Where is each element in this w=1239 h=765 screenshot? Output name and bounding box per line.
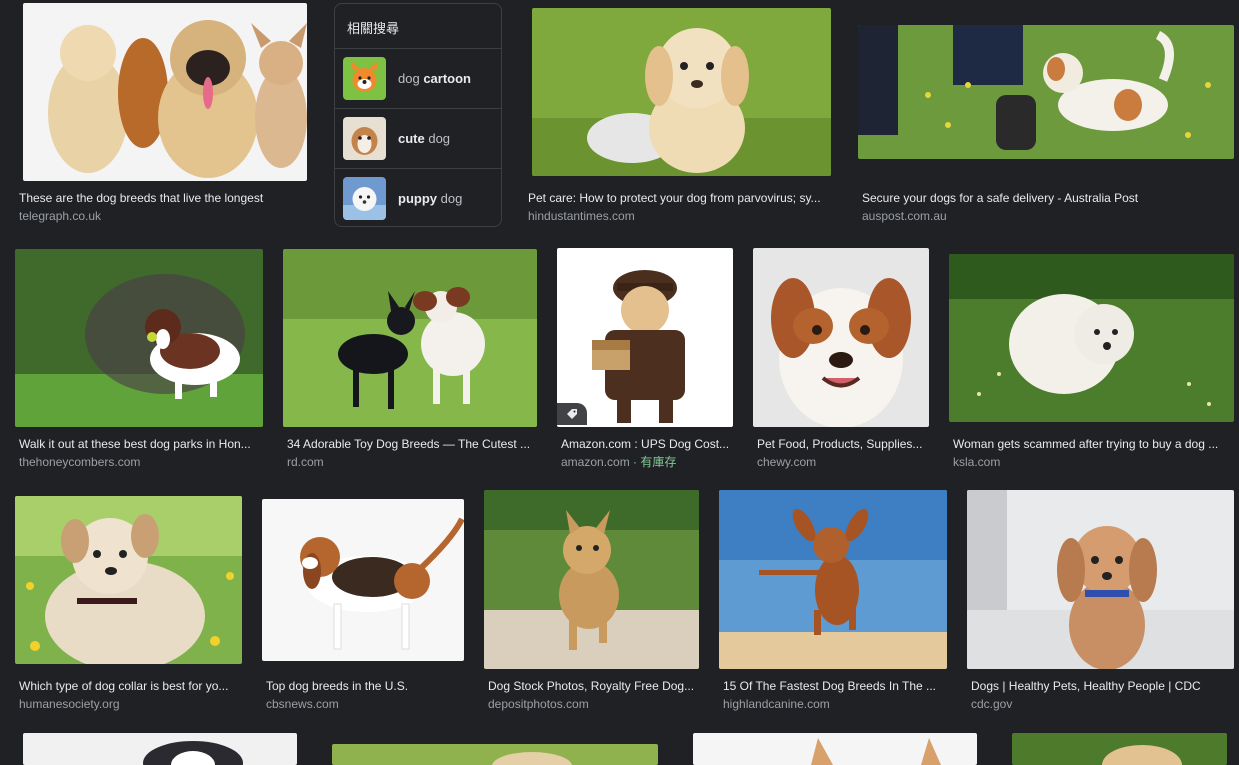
result-image-10[interactable] bbox=[262, 499, 464, 661]
result-image-3[interactable] bbox=[858, 25, 1234, 159]
result-source-4: thehoneycombers.com bbox=[19, 455, 141, 469]
result-image-17[interactable] bbox=[1012, 733, 1227, 765]
related-search-puppy-dog[interactable]: puppy dog bbox=[335, 168, 501, 228]
cute-dog-thumb-icon bbox=[343, 117, 386, 160]
related-searches-title: 相關搜尋 bbox=[347, 21, 400, 36]
result-image-5[interactable] bbox=[283, 249, 537, 427]
result-image-6[interactable] bbox=[557, 248, 733, 427]
result-caption-10[interactable]: Top dog breeds in the U.S. bbox=[266, 678, 466, 694]
result-image-1[interactable] bbox=[23, 3, 307, 181]
related-search-dog-cartoon[interactable]: dog cartoon bbox=[335, 48, 501, 108]
result-image-14[interactable] bbox=[23, 733, 297, 765]
result-source-9: humanesociety.org bbox=[19, 697, 120, 711]
result-caption-4[interactable]: Walk it out at these best dog parks in H… bbox=[19, 436, 264, 452]
related-search-cute-dog[interactable]: cute dog bbox=[335, 108, 501, 168]
result-source-3: auspost.com.au bbox=[862, 209, 947, 223]
result-source-1: telegraph.co.uk bbox=[19, 209, 102, 223]
related-searches-panel: 相關搜尋 dog cartoon cute dog puppy dog bbox=[334, 3, 502, 227]
result-source-8: ksla.com bbox=[953, 455, 1001, 469]
result-caption-2[interactable]: Pet care: How to protect your dog from p… bbox=[528, 190, 830, 206]
result-source-10: cbsnews.com bbox=[266, 697, 339, 711]
related-search-label: puppy dog bbox=[398, 191, 463, 206]
result-image-4[interactable] bbox=[15, 249, 263, 427]
result-source-11: depositphotos.com bbox=[488, 697, 589, 711]
result-image-16[interactable] bbox=[693, 733, 977, 765]
result-caption-1[interactable]: These are the dog breeds that live the l… bbox=[19, 190, 319, 206]
in-stock-label: · 有庫存 bbox=[633, 455, 677, 469]
result-image-7[interactable] bbox=[753, 248, 929, 427]
result-image-11[interactable] bbox=[484, 490, 699, 669]
result-caption-3[interactable]: Secure your dogs for a safe delivery - A… bbox=[862, 190, 1232, 206]
result-image-13[interactable] bbox=[967, 490, 1234, 669]
result-caption-6[interactable]: Amazon.com : UPS Dog Cost... bbox=[561, 436, 736, 452]
result-caption-7[interactable]: Pet Food, Products, Supplies... bbox=[757, 436, 932, 452]
result-caption-9[interactable]: Which type of dog collar is best for yo.… bbox=[19, 678, 242, 694]
related-search-label: cute dog bbox=[398, 131, 451, 146]
dog-cartoon-thumb-icon bbox=[343, 57, 386, 100]
result-source-7: chewy.com bbox=[757, 455, 817, 469]
result-source-12: highlandcanine.com bbox=[723, 697, 830, 711]
result-image-12[interactable] bbox=[719, 490, 947, 669]
result-image-15[interactable] bbox=[332, 744, 658, 765]
result-source-6: amazon.com · 有庫存 bbox=[561, 455, 677, 469]
result-source-5: rd.com bbox=[287, 455, 324, 469]
result-caption-12[interactable]: 15 Of The Fastest Dog Breeds In The ... bbox=[723, 678, 945, 694]
result-caption-5[interactable]: 34 Adorable Toy Dog Breeds — The Cutest … bbox=[287, 436, 539, 452]
product-tag-icon bbox=[557, 403, 587, 425]
result-caption-13[interactable]: Dogs | Healthy Pets, Healthy People | CD… bbox=[971, 678, 1235, 694]
image-results-page: These are the dog breeds that live the l… bbox=[0, 0, 1239, 765]
related-search-label: dog cartoon bbox=[398, 71, 471, 86]
result-caption-8[interactable]: Woman gets scammed after trying to buy a… bbox=[953, 436, 1231, 452]
puppy-dog-thumb-icon bbox=[343, 177, 386, 220]
result-source-13: cdc.gov bbox=[971, 697, 1013, 711]
result-caption-11[interactable]: Dog Stock Photos, Royalty Free Dog... bbox=[488, 678, 700, 694]
result-image-8[interactable] bbox=[949, 254, 1234, 422]
result-image-2[interactable] bbox=[532, 8, 831, 176]
result-source-2: hindustantimes.com bbox=[528, 209, 635, 223]
result-image-9[interactable] bbox=[15, 496, 242, 664]
